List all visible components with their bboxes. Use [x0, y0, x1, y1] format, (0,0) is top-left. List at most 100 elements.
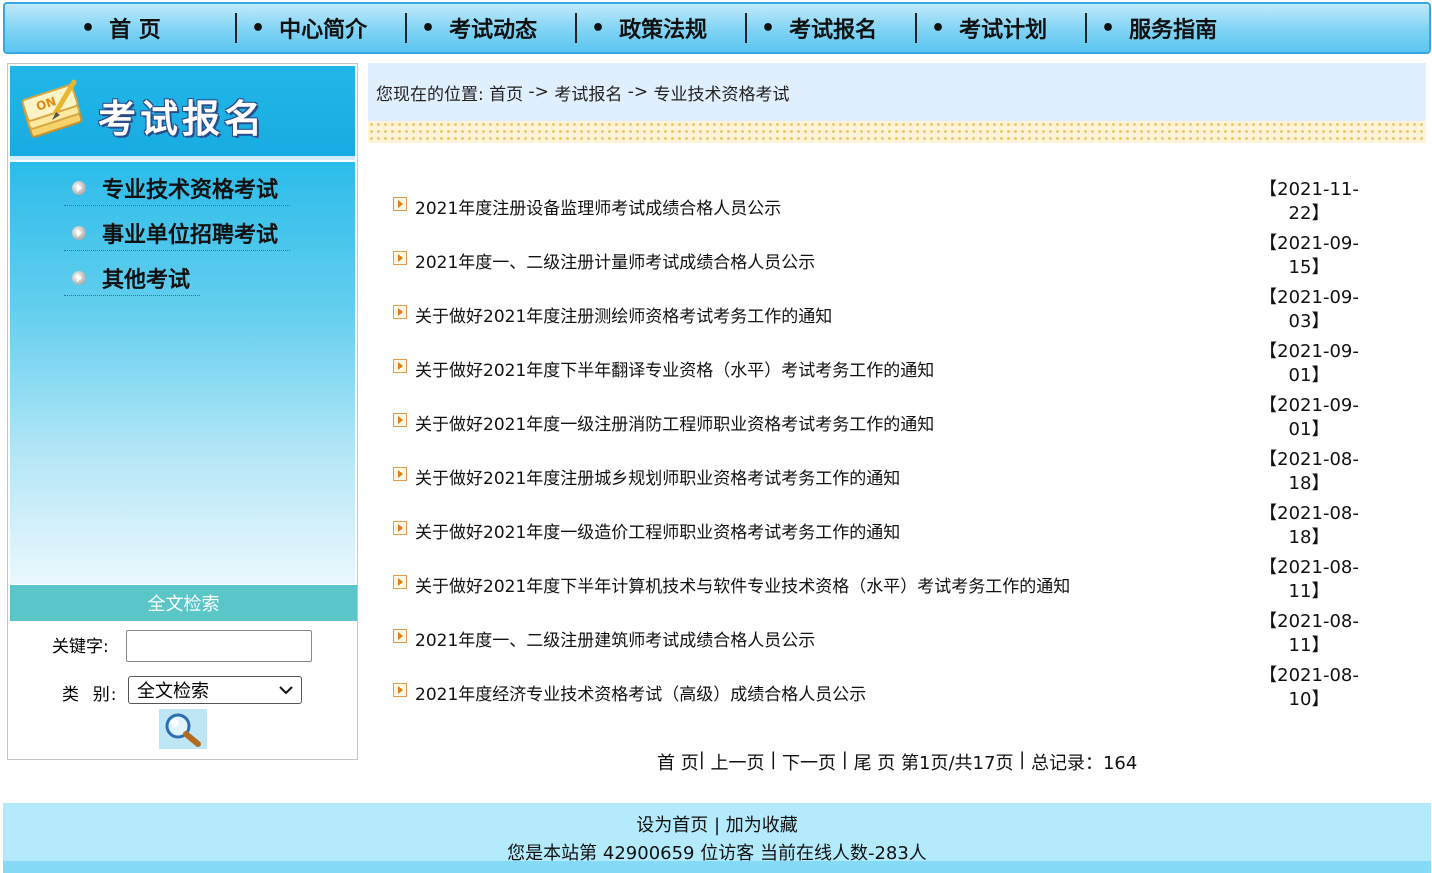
arrow-right-icon	[393, 467, 407, 481]
news-title-link[interactable]: 关于做好2021年度一级造价工程师职业资格考试考务工作的通知	[415, 518, 900, 543]
sidebar-item-label: 其他考试	[102, 267, 191, 293]
arrow-right-icon	[393, 197, 407, 211]
nav-item-exam-news[interactable]: • 考试动态	[407, 13, 575, 44]
add-favorite-link[interactable]: 加为收藏	[726, 815, 798, 836]
arrow-right-icon	[393, 575, 407, 589]
sidebar-item-institution-recruitment[interactable]: 事业单位招聘考试	[64, 215, 290, 251]
pager-next-link[interactable]: 下一页	[782, 749, 836, 775]
news-date: 【2021-08-18】	[1259, 503, 1359, 548]
breadcrumb: 您现在的位置: 首页 -> 考试报名 -> 专业技术资格考试	[368, 63, 1426, 121]
bullet-icon: •	[591, 15, 606, 41]
pager-total: 总记录：164	[1030, 753, 1138, 774]
breadcrumb-prefix: 您现在的位置:	[376, 84, 490, 105]
sidebar-item-label: 专业技术资格考试	[102, 177, 279, 203]
news-title-link[interactable]: 2021年度一、二级注册建筑师考试成绩合格人员公示	[415, 626, 815, 651]
news-title-link[interactable]: 2021年度一、二级注册计量师考试成绩合格人员公示	[415, 248, 815, 273]
sidebar: ON 考试报名 专业技术资格考试 事业单位招聘考试 其他考试 全文检索 关键字:…	[7, 63, 358, 760]
news-title-link[interactable]: 关于做好2021年度一级注册消防工程师职业资格考试考务工作的通知	[415, 410, 934, 435]
pager-separator: |	[1013, 749, 1031, 770]
footer-separator: |	[708, 815, 726, 836]
arrow-right-icon	[393, 413, 407, 427]
arrow-right-icon	[393, 359, 407, 373]
set-homepage-link[interactable]: 设为首页	[636, 815, 708, 836]
news-date: 【2021-11-22】	[1259, 179, 1359, 224]
news-title-link[interactable]: 关于做好2021年度下半年翻译专业资格（水平）考试考务工作的通知	[415, 356, 934, 381]
footer-strip	[3, 861, 1431, 873]
news-date: 【2021-08-18】	[1259, 449, 1359, 494]
breadcrumb-separator: ->	[622, 82, 654, 102]
list-item: 关于做好2021年度下半年翻译专业资格（水平）考试考务工作的通知 【2021-0…	[393, 340, 1393, 394]
nav-item-exam-plan[interactable]: • 考试计划	[917, 13, 1085, 44]
list-item: 关于做好2021年度一级造价工程师职业资格考试考务工作的通知 【2021-08-…	[393, 502, 1393, 556]
sidebar-banner-title: 考试报名	[98, 96, 267, 141]
pagination: 首 页 | 上一页 | 下一页 | 尾 页 第1页/共17页 | 总记录：164	[657, 749, 1137, 775]
nav-item-policy[interactable]: • 政策法规	[577, 13, 745, 44]
breadcrumb-separator: ->	[523, 82, 555, 102]
list-item: 关于做好2021年度注册城乡规划师职业资格考试考务工作的通知 【2021-08-…	[393, 448, 1393, 502]
news-date: 【2021-09-15】	[1259, 233, 1359, 278]
arrow-right-icon	[393, 251, 407, 265]
news-date: 【2021-09-01】	[1259, 341, 1359, 386]
news-title-link[interactable]: 关于做好2021年度下半年计算机技术与软件专业技术资格（水平）考试考务工作的通知	[415, 572, 1070, 597]
pager-status: 第1页/共17页	[901, 753, 1014, 774]
notebook-icon: ON	[22, 79, 83, 138]
arrow-bullet-icon	[72, 225, 86, 240]
chevron-down-icon	[279, 686, 293, 695]
news-title-link[interactable]: 关于做好2021年度注册测绘师资格考试考务工作的通知	[415, 302, 832, 327]
bullet-icon: •	[931, 15, 946, 41]
nav-item-home[interactable]: • 首 页	[67, 13, 235, 44]
sidebar-item-professional-exam[interactable]: 专业技术资格考试	[64, 170, 290, 206]
news-list: 2021年度注册设备监理师考试成绩合格人员公示 【2021-11-22】 202…	[393, 178, 1393, 718]
footer: 设为首页 | 加为收藏 您是本站第 42900659 位访客 当前在线人数-28…	[3, 803, 1431, 873]
pager-separator: |	[764, 749, 783, 770]
bullet-icon: •	[81, 15, 96, 41]
news-title-link[interactable]: 2021年度经济专业技术资格考试（高级）成绩合格人员公示	[415, 680, 866, 705]
keyword-input[interactable]	[126, 630, 312, 662]
arrow-bullet-icon	[72, 180, 86, 195]
sidebar-banner: ON 考试报名	[10, 66, 355, 160]
list-item: 2021年度一、二级注册建筑师考试成绩合格人员公示 【2021-08-11】	[393, 610, 1393, 664]
breadcrumb-section-link[interactable]: 考试报名	[554, 80, 622, 105]
bullet-icon: •	[761, 15, 776, 41]
news-title-link[interactable]: 2021年度注册设备监理师考试成绩合格人员公示	[415, 194, 781, 219]
pager-first-link[interactable]: 首 页	[657, 749, 699, 775]
news-date: 【2021-09-01】	[1259, 395, 1359, 440]
magnifier-icon	[165, 713, 201, 747]
bullet-icon: •	[251, 15, 266, 41]
category-select[interactable]: 全文检索	[128, 676, 302, 704]
search-heading: 全文检索	[10, 585, 357, 621]
pager-separator: |	[836, 749, 854, 770]
breadcrumb-home-link[interactable]: 首页	[489, 80, 523, 105]
arrow-bullet-icon	[72, 270, 86, 285]
news-date: 【2021-08-11】	[1259, 611, 1359, 656]
pager-prev-link[interactable]: 上一页	[711, 749, 765, 775]
list-item: 关于做好2021年度下半年计算机技术与软件专业技术资格（水平）考试考务工作的通知…	[393, 556, 1393, 610]
nav-label: 政策法规	[619, 18, 708, 43]
list-item: 2021年度一、二级注册计量师考试成绩合格人员公示 【2021-09-15】	[393, 232, 1393, 286]
news-title-link[interactable]: 关于做好2021年度注册城乡规划师职业资格考试考务工作的通知	[415, 464, 900, 489]
bullet-icon: •	[1101, 15, 1116, 41]
nav-label: 考试计划	[959, 18, 1048, 43]
pager-last-link[interactable]: 尾 页	[854, 749, 896, 775]
decorative-dot-strip	[368, 121, 1426, 143]
sidebar-item-label: 事业单位招聘考试	[102, 222, 279, 248]
breadcrumb-current[interactable]: 专业技术资格考试	[654, 80, 790, 105]
arrow-right-icon	[393, 629, 407, 643]
sidebar-item-other-exams[interactable]: 其他考试	[64, 260, 200, 296]
pager-separator: |	[698, 749, 711, 770]
list-item: 2021年度注册设备监理师考试成绩合格人员公示 【2021-11-22】	[393, 178, 1393, 232]
sidebar-menu: 专业技术资格考试 事业单位招聘考试 其他考试	[10, 162, 355, 584]
list-item: 2021年度经济专业技术资格考试（高级）成绩合格人员公示 【2021-08-10…	[393, 664, 1393, 718]
arrow-right-icon	[393, 305, 407, 319]
nav-label: 首 页	[109, 18, 161, 43]
news-date: 【2021-09-03】	[1259, 287, 1359, 332]
nav-item-registration[interactable]: • 考试报名	[747, 13, 915, 44]
nav-item-about[interactable]: • 中心简介	[237, 13, 405, 44]
search-button[interactable]	[159, 709, 207, 749]
arrow-right-icon	[393, 683, 407, 697]
footer-links: 设为首页 | 加为收藏	[3, 811, 1431, 837]
banner-divider	[10, 156, 355, 160]
nav-label: 考试报名	[789, 18, 878, 43]
nav-item-service-guide[interactable]: • 服务指南	[1087, 13, 1255, 44]
bullet-icon: •	[421, 15, 436, 41]
